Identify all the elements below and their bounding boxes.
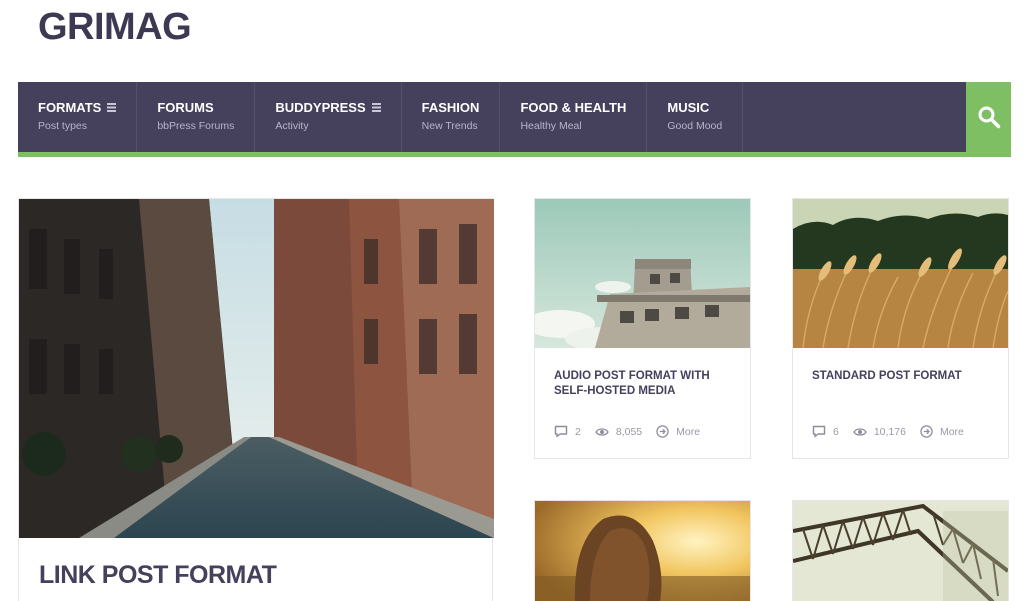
- nav-item-subtitle: bbPress Forums: [157, 120, 235, 132]
- post-meta: 6 10,176 More: [812, 425, 978, 438]
- nav-item-subtitle: Good Mood: [667, 120, 723, 132]
- site-logo[interactable]: GRIMAG: [38, 6, 192, 49]
- nav-item-forums[interactable]: FORUMS bbPress Forums: [137, 82, 256, 152]
- arrow-circle-icon: [920, 425, 933, 438]
- nav-item-title: BUDDYPRESS: [275, 100, 366, 115]
- nav-item-subtitle: Post types: [38, 120, 88, 132]
- eye-icon: [853, 427, 867, 436]
- main-navigation: FORMATS Post types FORUMS bbPress Forums…: [18, 82, 1011, 157]
- menu-icon: [371, 103, 381, 112]
- more-label: More: [939, 425, 964, 438]
- menu-icon: [107, 103, 117, 112]
- nav-item-subtitle: New Trends: [421, 120, 478, 132]
- post-image[interactable]: [793, 199, 1008, 348]
- post-title[interactable]: STANDARD POST FORMAT: [812, 369, 992, 384]
- nav-item-title: MUSIC: [667, 100, 710, 115]
- nav-item-subtitle: Activity: [275, 120, 309, 132]
- nav-item-fashion[interactable]: FASHION New Trends: [402, 82, 501, 152]
- nav-item-formats[interactable]: FORMATS Post types: [18, 82, 138, 152]
- nav-item-title: FOOD & HEALTH: [520, 100, 627, 115]
- featured-post-title[interactable]: LINK POST FORMAT: [39, 561, 277, 590]
- comment-count-value: 6: [833, 425, 839, 438]
- more-link[interactable]: More: [920, 425, 964, 438]
- post-image[interactable]: [535, 199, 750, 348]
- view-count: 10,176: [853, 426, 906, 438]
- search-icon: [978, 106, 1000, 129]
- nav-item-title: FORUMS: [157, 100, 214, 115]
- comment-count-value: 2: [575, 425, 581, 438]
- nav-item-title: FORMATS: [38, 100, 102, 115]
- nav-item-music[interactable]: MUSIC Good Mood: [647, 82, 744, 152]
- arrow-circle-icon: [656, 425, 669, 438]
- more-link[interactable]: More: [656, 425, 700, 438]
- post-meta: 2 8,055 More: [554, 425, 714, 438]
- comment-icon: [554, 425, 568, 438]
- view-count-value: 10,176: [873, 425, 906, 438]
- post-title[interactable]: AUDIO POST FORMAT WITH SELF-HOSTED MEDIA: [554, 369, 734, 399]
- comment-icon: [812, 425, 826, 438]
- nav-item-subtitle: Healthy Meal: [520, 120, 582, 132]
- post-card: AUDIO POST FORMAT WITH SELF-HOSTED MEDIA…: [534, 198, 751, 459]
- view-count: 8,055: [595, 426, 642, 438]
- post-card: [534, 500, 751, 601]
- featured-image[interactable]: [19, 199, 494, 538]
- post-card: [792, 500, 1009, 601]
- post-image[interactable]: [535, 501, 750, 601]
- comment-count[interactable]: 2: [554, 425, 581, 438]
- view-count-value: 8,055: [615, 425, 643, 438]
- featured-post: LINK POST FORMAT: [18, 198, 494, 601]
- nav-item-title: FASHION: [421, 100, 480, 115]
- post-card: STANDARD POST FORMAT 6 10,176 More: [792, 198, 1009, 459]
- search-button[interactable]: [966, 82, 1011, 152]
- eye-icon: [595, 427, 609, 436]
- more-label: More: [676, 425, 701, 438]
- comment-count[interactable]: 6: [812, 425, 839, 438]
- nav-item-food-health[interactable]: FOOD & HEALTH Healthy Meal: [500, 82, 648, 152]
- post-image[interactable]: [793, 501, 1008, 601]
- nav-item-buddypress[interactable]: BUDDYPRESS Activity: [255, 82, 402, 152]
